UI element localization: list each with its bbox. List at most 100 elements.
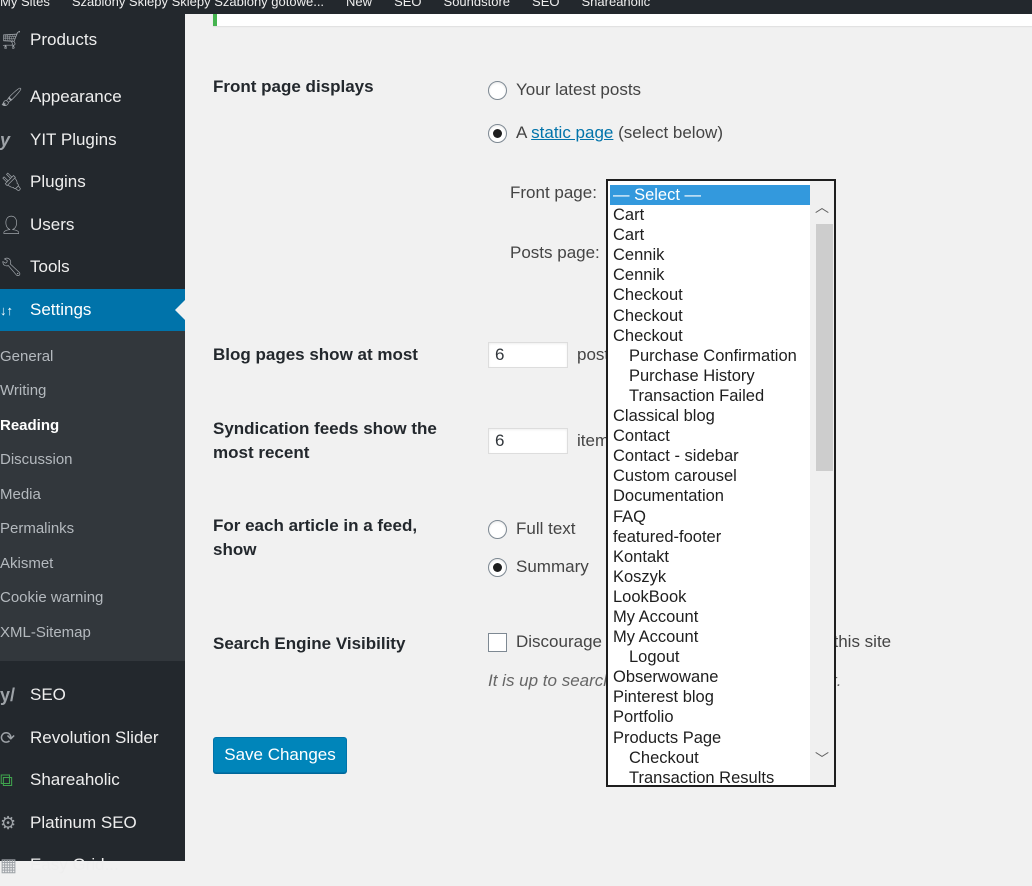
dropdown-option[interactable]: featured-footer <box>610 527 812 547</box>
submenu-xml-sitemap[interactable]: XML-Sitemap <box>0 624 91 641</box>
blog-pages-field: posts <box>488 342 618 368</box>
sidebar-item-products[interactable]: 🛒︎Products <box>0 19 185 61</box>
radio-static-page-label: A static page (select below) <box>516 123 723 143</box>
dropdown-option[interactable]: Purchase Confirmation <box>610 346 812 366</box>
radio-summary[interactable]: Summary <box>488 557 589 577</box>
sidebar-item-label: Products <box>30 30 97 50</box>
admin-bar-item[interactable]: Soundstore <box>444 0 511 9</box>
dropdown-option[interactable]: Transaction Failed <box>610 386 812 406</box>
admin-bar-item[interactable]: SEO <box>394 0 421 9</box>
user-icon: 👤︎ <box>0 215 30 236</box>
sidebar-item-label: Revolution Slider <box>30 728 159 748</box>
dropdown-option[interactable]: Contact <box>610 426 812 446</box>
dropdown-option[interactable]: Contact - sidebar <box>610 446 812 466</box>
dropdown-option[interactable]: Checkout <box>610 748 812 768</box>
admin-bar-item[interactable]: Shareaholic <box>582 0 651 9</box>
radio-latest-posts[interactable]: Your latest posts <box>488 80 641 100</box>
dropdown-option[interactable]: Cart <box>610 205 812 225</box>
dropdown-option[interactable]: Cennik <box>610 265 812 285</box>
submenu-media[interactable]: Media <box>0 486 41 503</box>
syndication-label: Syndication feeds show the most recent <box>213 417 458 465</box>
sidebar-item-settings[interactable]: ↓↑Settings <box>0 289 185 331</box>
submenu-cookie-warning[interactable]: Cookie warning <box>0 589 103 606</box>
radio-static-page[interactable]: A static page (select below) <box>488 123 723 143</box>
sidebar-item-label: Shareaholic <box>30 770 120 790</box>
chevron-up-icon[interactable]: ︿ <box>814 199 830 215</box>
save-changes-button[interactable]: Save Changes <box>213 737 347 773</box>
sidebar-item-yit-plugins[interactable]: yYIT Plugins <box>0 119 185 161</box>
paintbrush-icon: 🖌︎ <box>0 87 30 108</box>
dropdown-option[interactable]: Cart <box>610 225 812 245</box>
submenu-akismet[interactable]: Akismet <box>0 555 53 572</box>
admin-bar-items: My Sites Szablony Sklepy Sklepy Szablony … <box>0 0 650 9</box>
dropdown-option[interactable]: Purchase History <box>610 366 812 386</box>
grid-icon: ▦ <box>0 855 30 876</box>
radio-static-page-input[interactable] <box>488 124 507 143</box>
sidebar-item-users[interactable]: 👤︎Users <box>0 204 185 246</box>
sidebar-item-label: YIT Plugins <box>30 130 117 150</box>
admin-bar-item[interactable]: SEO <box>532 0 559 9</box>
submenu-discussion[interactable]: Discussion <box>0 451 73 468</box>
radio-summary-input[interactable] <box>488 558 507 577</box>
dropdown-option[interactable]: Transaction Results <box>610 768 812 787</box>
dropdown-option[interactable]: Checkout <box>610 285 812 305</box>
static-suffix: (select below) <box>618 123 723 142</box>
radio-full-text[interactable]: Full text <box>488 519 576 539</box>
submenu-writing[interactable]: Writing <box>0 382 46 399</box>
dropdown-option[interactable]: Kontakt <box>610 547 812 567</box>
dropdown-option[interactable]: Documentation <box>610 486 812 506</box>
blog-pages-input[interactable] <box>488 342 568 368</box>
scrollbar-thumb[interactable] <box>816 224 833 471</box>
dropdown-option[interactable]: Classical blog <box>610 406 812 426</box>
dropdown-option[interactable]: Portfolio <box>610 707 812 727</box>
posts-page-label: Posts page: <box>510 243 600 263</box>
blog-pages-label: Blog pages show at most <box>213 343 458 367</box>
submenu-general[interactable]: General <box>0 348 53 365</box>
admin-bar-item[interactable]: New <box>346 0 372 9</box>
dropdown-option[interactable]: FAQ <box>610 507 812 527</box>
dropdown-option[interactable]: Checkout <box>610 326 812 346</box>
sidebar-item-easy-grid[interactable]: ▦Easy Grid... <box>0 844 185 886</box>
dropdown-options: — Select —CartCartCennikCennikCheckoutCh… <box>610 185 812 787</box>
dropdown-option[interactable]: My Account <box>610 627 812 647</box>
syndication-input[interactable] <box>488 428 568 454</box>
wrench-icon: 🔧︎ <box>0 257 30 278</box>
submenu-permalinks[interactable]: Permalinks <box>0 520 74 537</box>
dropdown-option[interactable]: Products Page <box>610 728 812 748</box>
dropdown-option[interactable]: Checkout <box>610 306 812 326</box>
sidebar-item-appearance[interactable]: 🖌︎Appearance <box>0 76 185 118</box>
radio-full-text-input[interactable] <box>488 520 507 539</box>
dropdown-option[interactable]: Obserwowane <box>610 667 812 687</box>
dropdown-option[interactable]: — Select — <box>610 185 812 205</box>
plug-icon: 🔌︎ <box>0 172 30 193</box>
admin-sidebar: 🛒︎Products 🖌︎Appearance yYIT Plugins 🔌︎P… <box>0 14 185 861</box>
sidebar-item-label: Easy Grid... <box>30 855 119 875</box>
sidebar-item-platinum-seo[interactable]: ⚙︎Platinum SEO <box>0 802 185 844</box>
radio-latest-posts-input[interactable] <box>488 81 507 100</box>
dropdown-option[interactable]: Cennik <box>610 245 812 265</box>
refresh-icon: ⟳ <box>0 728 30 749</box>
sidebar-item-plugins[interactable]: 🔌︎Plugins <box>0 161 185 203</box>
dropdown-option[interactable]: My Account <box>610 607 812 627</box>
front-page-select-dropdown[interactable]: — Select —CartCartCennikCennikCheckoutCh… <box>606 179 836 787</box>
sidebar-item-revolution-slider[interactable]: ⟳Revolution Slider <box>0 717 185 759</box>
admin-bar-item[interactable]: Szablony Sklepy Sklepy Szablony gotowe..… <box>72 0 324 9</box>
chevron-down-icon[interactable]: ﹀ <box>814 751 830 767</box>
radio-latest-posts-label: Your latest posts <box>516 80 641 100</box>
sidebar-item-label: Settings <box>30 300 91 320</box>
admin-bar-item[interactable]: My Sites <box>0 0 50 9</box>
notice-bar <box>213 14 1032 26</box>
static-page-link[interactable]: static page <box>531 123 613 142</box>
dropdown-option[interactable]: Koszyk <box>610 567 812 587</box>
sidebar-item-seo[interactable]: y/SEO <box>0 674 185 716</box>
submenu-reading[interactable]: Reading <box>0 417 59 434</box>
dropdown-option[interactable]: Custom carousel <box>610 466 812 486</box>
dropdown-option[interactable]: Pinterest blog <box>610 687 812 707</box>
yit-icon: y <box>0 130 30 151</box>
dropdown-option[interactable]: LookBook <box>610 587 812 607</box>
dropdown-scrollbar[interactable]: ︿ ﹀ <box>810 181 834 785</box>
discourage-search-checkbox[interactable] <box>488 633 507 652</box>
sidebar-item-shareaholic[interactable]: ⧉Shareaholic <box>0 759 185 801</box>
dropdown-option[interactable]: Logout <box>610 647 812 667</box>
sidebar-item-tools[interactable]: 🔧︎Tools <box>0 246 185 288</box>
